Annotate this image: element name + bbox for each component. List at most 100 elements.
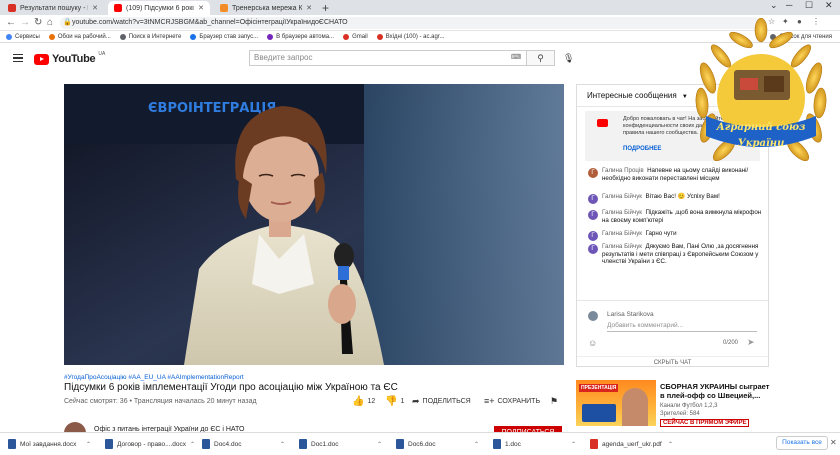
hashtags[interactable]: #УгодаПроАсоціацію #AA_EU_UA #AAImplemen… (64, 374, 244, 381)
chevron-up-icon[interactable]: ⌃ (377, 441, 382, 448)
view-count: Сейчас смотрят: 36 • Трансляция началась… (64, 398, 257, 405)
chevron-up-icon[interactable]: ⌃ (571, 441, 576, 448)
close-icon[interactable]: ✕ (306, 4, 312, 12)
download-filename: Договор - право....docx (117, 440, 187, 448)
bookmark-item[interactable]: В браузере автома... (267, 33, 335, 40)
bookmark-label: Вхідні (100) - ac.agr... (385, 33, 445, 40)
video-thumbnail[interactable]: ПРЕЗЕНТАЦІЯ (576, 380, 656, 426)
user-name: Larisa Starikova (607, 311, 654, 318)
presenter-figure (622, 388, 648, 426)
download-item[interactable]: Doc1.doc ⌃ (291, 439, 388, 449)
logo-text: YouTube (52, 53, 96, 65)
download-item[interactable]: agenda_uerf_ukr.pdf ⌃ (582, 439, 679, 449)
thumbs-up-icon: 👍 (352, 396, 365, 407)
share-label: ПОДЕЛИТЬСЯ (422, 398, 471, 405)
char-counter: 0/200 (723, 340, 739, 346)
chat-message: Г Галина Бійчук Вітаю Вас! 😊 Успіху Вам! (588, 193, 764, 204)
comment-input[interactable]: Добавить комментарий... (607, 322, 757, 332)
maximize-icon[interactable]: ☐ (805, 0, 813, 11)
close-window-icon[interactable]: ✕ (825, 0, 833, 11)
keyboard-icon[interactable]: ⌨ (511, 53, 521, 61)
reload-icon[interactable]: ↻ (34, 17, 42, 28)
close-icon[interactable]: ✕ (198, 4, 204, 12)
recommended-video[interactable]: ПРЕЗЕНТАЦІЯ СБОРНАЯ УКРАИНЫ сыграет в пл… (576, 380, 776, 430)
hamburger-menu-icon[interactable] (13, 54, 23, 62)
tab-search-results[interactable]: Результати пошуку - larisa.starikov... ✕ (2, 1, 104, 15)
download-item[interactable]: Мої завдання.docx ⌃ (0, 439, 97, 449)
learn-more-link[interactable]: ПОДРОБНЕЕ (623, 146, 661, 153)
file-icon (105, 439, 113, 449)
recommended-title[interactable]: СБОРНАЯ УКРАИНЫ сыграет в плей-офф со Шв… (660, 382, 775, 400)
chevron-up-icon[interactable]: ⌃ (280, 441, 285, 448)
bookmark-item[interactable]: Браузер став запус... (190, 33, 259, 40)
report-button[interactable]: ⚑ (550, 396, 558, 407)
download-filename: Doc1.doc (311, 440, 339, 448)
like-count: 12 (367, 398, 376, 405)
bookmark-label: Поиск в Интернете (128, 33, 182, 40)
search-input[interactable]: Введите запрос (249, 50, 527, 66)
download-item[interactable]: Doc4.doc ⌃ (194, 439, 291, 449)
region-code: UA (98, 51, 106, 57)
close-icon[interactable]: ✕ (92, 4, 98, 12)
tab-search-icon[interactable]: ⌄ (770, 0, 778, 11)
new-tab-button[interactable]: + (322, 1, 329, 15)
logo-bottom-text: України (738, 138, 785, 149)
tab-strip: Результати пошуку - larisa.starikov... ✕… (0, 0, 840, 15)
logo-top-text: Аграрний союз (716, 122, 806, 133)
chevron-up-icon[interactable]: ⌃ (474, 441, 479, 448)
download-item[interactable]: 1.doc ⌃ (485, 439, 582, 449)
youtube-logo[interactable]: YouTube UA (34, 51, 106, 65)
chevron-up-icon[interactable]: ⌃ (86, 441, 91, 448)
video-frame: ЄВРОІНТЕГРАЦІЯ (64, 84, 564, 365)
video-title: Підсумки 6 років імплементації Угоди про… (64, 382, 398, 393)
download-filename: agenda_uerf_ukr.pdf (602, 440, 662, 448)
bookmark-item[interactable]: Gmail (343, 33, 368, 40)
thumbnail-caption: ПРЕЗЕНТАЦІЯ (579, 384, 619, 392)
tab-youtube[interactable]: (109) Підсумки 6 років імп... ✕ (108, 1, 210, 15)
chat-avatar: Г (588, 194, 598, 204)
dislike-button[interactable]: 👎 1 (385, 396, 404, 407)
hide-chat-button[interactable]: СКРЫТЬ ЧАТ (577, 356, 768, 366)
tab-label: Результати пошуку - larisa.starikov... (20, 4, 88, 12)
save-label: СОХРАНИТЬ (497, 397, 541, 405)
chat-header-label: Интересные сообщения (587, 91, 677, 100)
youtube-icon (114, 4, 122, 12)
flag-icon: ⚑ (550, 396, 559, 406)
tab-trainers[interactable]: Тренерська мережа К2К ✕ (214, 1, 318, 15)
search-button[interactable]: ⚲ (527, 50, 555, 66)
site-icon (220, 4, 228, 12)
video-player[interactable]: ЄВРОІНТЕГРАЦІЯ (64, 84, 564, 365)
show-all-downloads-button[interactable]: Показать все (776, 436, 828, 450)
forward-icon[interactable]: → (20, 17, 30, 28)
file-icon (299, 439, 307, 449)
download-item[interactable]: Договор - право....docx ⌃ (97, 439, 195, 449)
home-icon[interactable]: ⌂ (47, 17, 53, 28)
send-icon[interactable]: ➤ (747, 337, 755, 348)
chat-avatar: Г (588, 168, 598, 178)
recommended-channel[interactable]: Канали Футбол 1,2,3 (660, 403, 717, 409)
share-icon: ➦ (412, 396, 420, 406)
bookmark-item[interactable]: Поиск в Интернете (119, 33, 182, 40)
minimize-icon[interactable]: ─ (786, 0, 792, 10)
chevron-up-icon[interactable]: ⌃ (668, 441, 673, 448)
close-downloads-icon[interactable]: ✕ (830, 438, 837, 447)
bookmark-label: В браузере автома... (276, 33, 335, 40)
youtube-icon (597, 119, 608, 127)
microphone-icon[interactable]: 🎙 (563, 53, 574, 64)
download-item[interactable]: Doc6.doc ⌃ (388, 439, 485, 449)
bookmark-label: Gmail (352, 33, 368, 40)
back-icon[interactable]: ← (6, 17, 16, 28)
bookmark-item[interactable]: Обои на рабочий... (48, 33, 111, 40)
emoji-icon[interactable]: ☺ (588, 338, 597, 348)
bookmark-item[interactable]: Сервисы (6, 33, 40, 40)
tab-label: (109) Підсумки 6 років імп... (126, 4, 194, 12)
file-icon (202, 439, 210, 449)
like-button[interactable]: 👍 12 (352, 396, 375, 407)
bookmark-label: Обои на рабочий... (57, 33, 111, 40)
url-field[interactable]: 🔒 youtube.com/watch?v=3tNMCRJSBGM&ab_cha… (60, 17, 760, 29)
dislike-count: 1 (400, 398, 405, 405)
save-button[interactable]: ≡+ СОХРАНИТЬ (484, 396, 540, 406)
share-button[interactable]: ➦ ПОДЕЛИТЬСЯ (412, 396, 471, 407)
bookmark-item[interactable]: Вхідні (100) - ac.agr... (376, 33, 445, 40)
bookmark-label: Браузер став запус... (199, 33, 259, 40)
